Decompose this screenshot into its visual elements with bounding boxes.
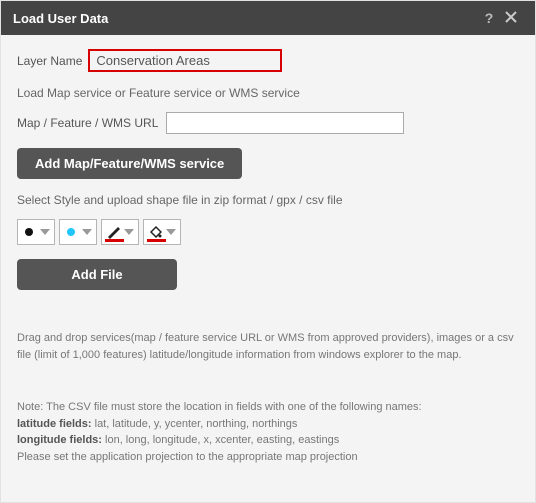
cyan-dot-icon <box>60 228 82 236</box>
style-text: Select Style and upload shape file in zi… <box>17 193 519 207</box>
drag-drop-hint: Drag and drop services(map / feature ser… <box>17 330 519 363</box>
layer-name-value[interactable]: Conservation Areas <box>88 49 281 72</box>
dialog-title: Load User Data <box>13 11 479 26</box>
add-file-row: Add File <box>17 259 519 290</box>
help-icon[interactable]: ? <box>479 10 499 26</box>
line-style-picker[interactable] <box>101 219 139 245</box>
lat-fields-values: lat, latitude, y, ycenter, northing, nor… <box>92 418 298 430</box>
add-file-button[interactable]: Add File <box>17 259 177 290</box>
lat-fields-label: latitude fields: <box>17 418 92 430</box>
url-label: Map / Feature / WMS URL <box>17 116 158 130</box>
pencil-icon <box>102 225 124 239</box>
dialog-body: Layer Name Conservation Areas Load Map s… <box>1 35 535 475</box>
point-style-picker[interactable] <box>17 219 55 245</box>
style-picker-row <box>17 219 519 245</box>
dropdown-icon <box>124 229 134 235</box>
add-service-button[interactable]: Add Map/Feature/WMS service <box>17 148 242 179</box>
color-underline <box>105 239 124 242</box>
fill-style-picker[interactable] <box>143 219 181 245</box>
lon-fields-values: lon, long, longitude, x, xcenter, eastin… <box>102 434 339 446</box>
load-user-data-dialog: Load User Data ? Layer Name Conservation… <box>0 0 536 503</box>
load-services-text: Load Map service or Feature service or W… <box>17 86 519 100</box>
dropdown-icon <box>82 229 92 235</box>
csv-note: Note: The CSV file must store the locati… <box>17 399 519 465</box>
url-row: Map / Feature / WMS URL <box>17 112 519 134</box>
add-service-row: Add Map/Feature/WMS service <box>17 148 519 179</box>
note-lon: longitude fields: lon, long, longitude, … <box>17 432 519 449</box>
note-line1: Note: The CSV file must store the locati… <box>17 399 519 416</box>
url-input[interactable] <box>166 112 404 134</box>
black-dot-icon <box>18 228 40 236</box>
note-lat: latitude fields: lat, latitude, y, ycent… <box>17 416 519 433</box>
dropdown-icon <box>166 229 176 235</box>
layer-name-row: Layer Name Conservation Areas <box>17 49 519 72</box>
close-icon[interactable] <box>499 10 523 27</box>
lon-fields-label: longitude fields: <box>17 434 102 446</box>
bucket-icon <box>144 225 166 239</box>
point-color-picker[interactable] <box>59 219 97 245</box>
note-line4: Please set the application projection to… <box>17 449 519 466</box>
titlebar: Load User Data ? <box>1 1 535 35</box>
color-underline <box>147 239 166 242</box>
layer-name-label: Layer Name <box>17 54 82 68</box>
dropdown-icon <box>40 229 50 235</box>
